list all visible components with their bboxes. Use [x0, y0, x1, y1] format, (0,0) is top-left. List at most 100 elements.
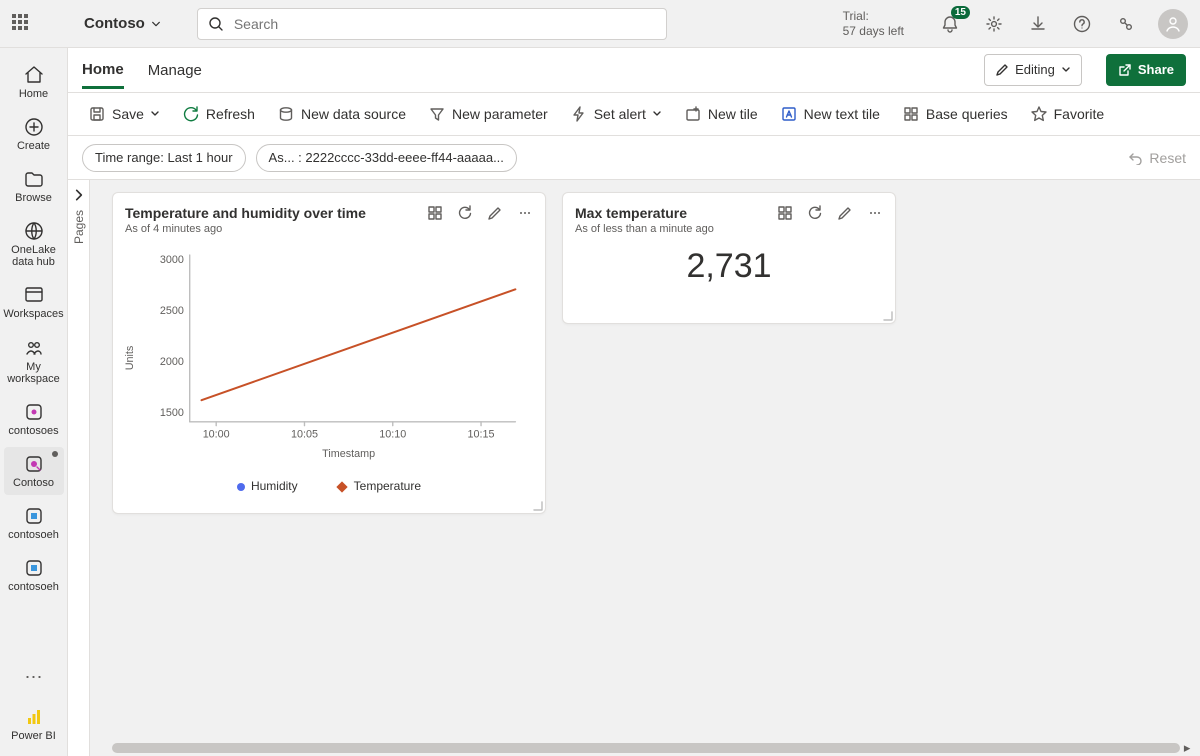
tile1-more-icon[interactable]	[517, 205, 533, 221]
rail-my-workspace[interactable]: My workspace	[4, 331, 64, 391]
lightning-icon	[570, 105, 588, 123]
tile2-subtitle: As of less than a minute ago	[575, 223, 714, 235]
refresh-icon	[182, 105, 200, 123]
rail-home[interactable]: Home	[4, 58, 64, 106]
save-icon	[88, 105, 106, 123]
rail-powerbi[interactable]: Power BI	[4, 700, 64, 748]
rail-onelake[interactable]: OneLake data hub	[4, 214, 64, 274]
chart-ylabel: Units	[124, 346, 136, 371]
cmd-base-queries[interactable]: Base queries	[892, 99, 1018, 129]
cmd-save[interactable]: Save	[78, 99, 170, 129]
app-launcher-icon[interactable]	[12, 14, 32, 34]
pages-label: Pages	[72, 210, 86, 244]
download-button[interactable]	[1026, 12, 1050, 36]
tile-chart[interactable]: Temperature and humidity over time As of…	[112, 192, 546, 514]
rail-contosoeh-2[interactable]: contosoeh	[4, 551, 64, 599]
xtick-1: 10:05	[291, 428, 318, 440]
search-box[interactable]	[197, 8, 667, 40]
search-input[interactable]	[232, 15, 656, 33]
tile1-refresh-icon[interactable]	[457, 205, 473, 221]
queries-icon	[902, 105, 920, 123]
text-tile-icon	[780, 105, 798, 123]
resize-handle-icon[interactable]	[533, 501, 543, 511]
help-button[interactable]	[1070, 12, 1094, 36]
chevron-down-icon	[1061, 65, 1071, 75]
rail-contosoes[interactable]: contosoes	[4, 395, 64, 443]
brand-label: Contoso	[84, 15, 145, 32]
tab-home[interactable]: Home	[82, 51, 124, 89]
horizontal-scrollbar[interactable]: ▸	[112, 742, 1194, 754]
parameter-row: Time range: Last 1 hour As... : 2222cccc…	[68, 136, 1200, 180]
rail-contoso[interactable]: Contoso	[4, 447, 64, 495]
tile-add-icon	[684, 105, 702, 123]
rail-browse[interactable]: Browse	[4, 162, 64, 210]
scroll-right-icon[interactable]: ▸	[1180, 740, 1194, 756]
share-icon	[1118, 63, 1132, 77]
chevron-down-icon	[150, 109, 160, 119]
tile2-edit-icon[interactable]	[837, 205, 853, 221]
pages-panel-collapsed[interactable]: Pages	[68, 180, 90, 756]
chevron-right-icon	[72, 188, 86, 202]
nav-rail: Home Create Browse OneLake data hub Work…	[0, 48, 68, 756]
tile1-edit-icon[interactable]	[487, 205, 503, 221]
tile-stat[interactable]: Max temperature As of less than a minute…	[562, 192, 896, 324]
ytick-2500: 2500	[160, 305, 184, 317]
xtick-0: 10:00	[203, 428, 230, 440]
star-icon	[1030, 105, 1048, 123]
settings-button[interactable]	[982, 12, 1006, 36]
notification-badge: 15	[951, 6, 970, 19]
xtick-3: 10:15	[468, 428, 495, 440]
tile2-value: 2,731	[563, 239, 895, 300]
tile2-explore-icon[interactable]	[777, 205, 793, 221]
cmd-new-parameter[interactable]: New parameter	[418, 99, 558, 129]
tile2-title: Max temperature	[575, 205, 714, 221]
tile1-title: Temperature and humidity over time	[125, 205, 366, 221]
tile1-subtitle: As of 4 minutes ago	[125, 223, 366, 235]
notifications-button[interactable]: 15	[938, 12, 962, 36]
top-bar: Contoso Trial: 57 days left 15	[0, 0, 1200, 48]
ytick-2000: 2000	[160, 356, 184, 368]
editing-mode-button[interactable]: Editing	[984, 54, 1082, 86]
rail-create[interactable]: Create	[4, 110, 64, 158]
rail-contosoeh-1[interactable]: contosoeh	[4, 499, 64, 547]
database-icon	[277, 105, 295, 123]
cmd-set-alert[interactable]: Set alert	[560, 99, 672, 129]
legend-humidity[interactable]: Humidity	[237, 479, 298, 493]
legend-temperature[interactable]: Temperature	[338, 479, 421, 493]
chevron-down-icon	[652, 109, 662, 119]
tile2-refresh-icon[interactable]	[807, 205, 823, 221]
xtick-2: 10:10	[379, 428, 406, 440]
cmd-refresh[interactable]: Refresh	[172, 99, 265, 129]
scrollbar-thumb[interactable]	[112, 743, 1180, 753]
command-bar: Save Refresh New data source New paramet…	[68, 92, 1200, 136]
tile1-explore-icon[interactable]	[427, 205, 443, 221]
unsaved-indicator-icon	[52, 451, 58, 457]
ytick-1500: 1500	[160, 407, 184, 419]
reset-button[interactable]: Reset	[1129, 150, 1186, 166]
ytick-3000: 3000	[160, 254, 184, 266]
workspace-picker[interactable]: Contoso	[84, 15, 161, 32]
chart-legend: Humidity Temperature	[123, 473, 535, 495]
pencil-icon	[995, 63, 1009, 77]
rail-workspaces[interactable]: Workspaces	[4, 278, 64, 326]
chip-time-range[interactable]: Time range: Last 1 hour	[82, 144, 246, 172]
chip-asset[interactable]: As... : 2222cccc-33dd-eeee-ff44-aaaaa...	[256, 144, 517, 172]
chevron-down-icon	[151, 19, 161, 29]
tile2-more-icon[interactable]	[867, 205, 883, 221]
search-icon	[208, 16, 224, 32]
cmd-favorite[interactable]: Favorite	[1020, 99, 1115, 129]
cmd-new-tile[interactable]: New tile	[674, 99, 768, 129]
main-area: Home Manage Editing Share Save Refresh	[68, 48, 1200, 756]
dashboard-canvas: Pages Temperature and humidity over time…	[68, 180, 1200, 756]
trial-status: Trial: 57 days left	[843, 9, 904, 38]
line-chart: Units 3000 2500 2000 1500	[123, 243, 535, 473]
cmd-new-text-tile[interactable]: New text tile	[770, 99, 890, 129]
cmd-new-data-source[interactable]: New data source	[267, 99, 416, 129]
rail-more-button[interactable]: ⋯	[17, 659, 51, 696]
account-avatar[interactable]	[1158, 9, 1188, 39]
feedback-button[interactable]	[1114, 12, 1138, 36]
share-button[interactable]: Share	[1106, 54, 1186, 86]
filter-icon	[428, 105, 446, 123]
resize-handle-icon[interactable]	[883, 311, 893, 321]
tab-manage[interactable]: Manage	[148, 52, 202, 87]
